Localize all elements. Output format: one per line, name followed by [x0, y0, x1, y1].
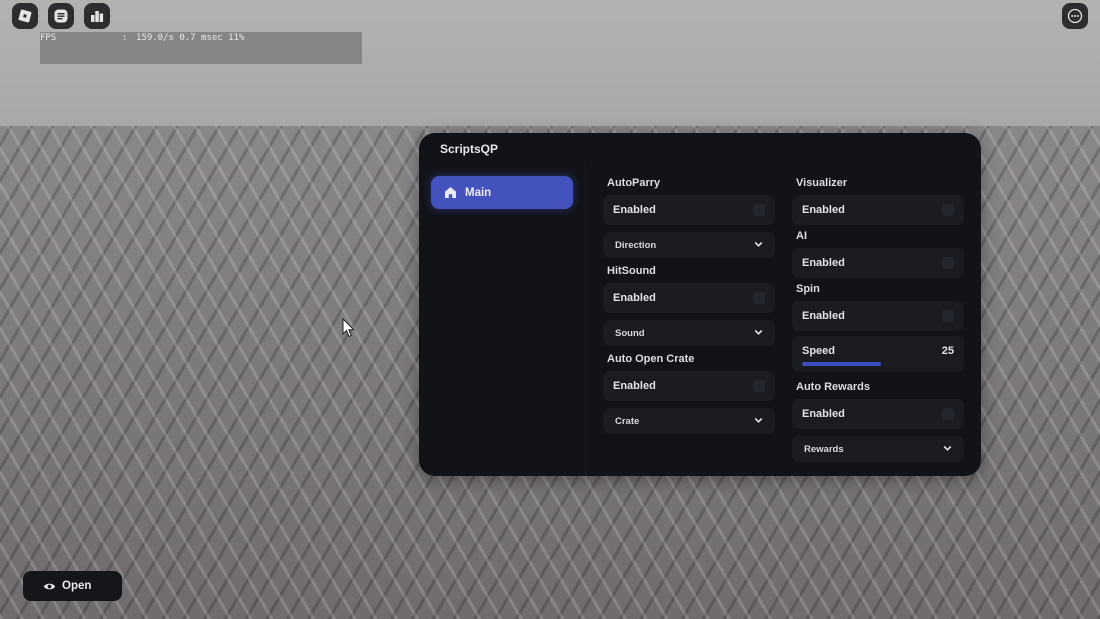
section-autoparry-title: AutoParry [607, 177, 661, 189]
hitsound-sound-dropdown[interactable]: Sound [603, 320, 775, 346]
checkbox[interactable] [942, 204, 954, 216]
visualizer-enabled-toggle[interactable]: Enabled [792, 195, 964, 225]
tab-main-label: Main [465, 186, 492, 199]
slider-label: Speed [802, 345, 836, 357]
toggle-label: Enabled [802, 257, 845, 269]
dropdown-label: Direction [615, 240, 657, 251]
checkbox[interactable] [753, 204, 765, 216]
fps-values: 159.0/s 0.7 msec 11% [136, 33, 245, 43]
leaderboard-icon [91, 11, 104, 22]
roblox-logo-icon [18, 9, 32, 23]
checkbox[interactable] [942, 408, 954, 420]
open-button[interactable]: Open [23, 571, 122, 601]
chevron-down-icon [754, 417, 763, 423]
toggle-label: Enabled [802, 408, 845, 420]
auto-rewards-dropdown[interactable]: Rewards [792, 436, 964, 462]
auto-rewards-enabled-toggle[interactable]: Enabled [792, 399, 964, 429]
roblox-menu-button[interactable] [12, 3, 38, 29]
tab-main[interactable]: Main [431, 176, 573, 209]
ai-enabled-toggle[interactable]: Enabled [792, 248, 964, 278]
home-icon [445, 187, 456, 198]
chat-button[interactable] [48, 3, 74, 29]
section-visualizer-title: Visualizer [796, 177, 848, 189]
toggle-label: Enabled [802, 310, 845, 322]
checkbox[interactable] [942, 310, 954, 322]
leaderboard-button[interactable] [84, 3, 110, 29]
chat-icon [54, 9, 68, 23]
mouse-cursor-icon [342, 318, 356, 338]
slider-fill [802, 362, 882, 366]
dropdown-label: Sound [615, 328, 645, 339]
section-spin-title: Spin [796, 283, 820, 295]
sidebar-divider [585, 165, 586, 476]
fps-separator: : [122, 33, 128, 43]
dropdown-label: Crate [615, 416, 640, 427]
more-options-icon [1067, 8, 1083, 24]
auto-open-crate-enabled-toggle[interactable]: Enabled [603, 371, 775, 401]
fps-label: FPS [40, 33, 57, 43]
chevron-down-icon [943, 445, 952, 451]
section-ai-title: AI [796, 230, 807, 242]
spin-speed-slider[interactable]: Speed 25 [792, 336, 964, 372]
checkbox[interactable] [753, 292, 765, 304]
script-hub-window[interactable]: ScriptsQP Main AutoParry Enabled Directi… [419, 133, 981, 476]
toggle-label: Enabled [613, 380, 656, 392]
auto-open-crate-dropdown[interactable]: Crate [603, 408, 775, 434]
section-auto-rewards-title: Auto Rewards [796, 381, 870, 393]
slider-value: 25 [941, 345, 954, 357]
open-button-label: Open [62, 580, 92, 592]
checkbox[interactable] [942, 257, 954, 269]
fps-stats-overlay: FPS : 159.0/s 0.7 msec 11% [40, 32, 362, 64]
more-options-button[interactable] [1062, 3, 1088, 29]
eye-icon [43, 583, 56, 589]
toggle-label: Enabled [802, 204, 845, 216]
chevron-down-icon [754, 329, 763, 335]
toggle-label: Enabled [613, 292, 656, 304]
checkbox[interactable] [753, 380, 765, 392]
toggle-label: Enabled [613, 204, 656, 216]
slider-track[interactable] [802, 362, 954, 366]
autoparry-enabled-toggle[interactable]: Enabled [603, 195, 775, 225]
autoparry-direction-dropdown[interactable]: Direction [603, 232, 775, 258]
hitsound-enabled-toggle[interactable]: Enabled [603, 283, 775, 313]
window-title: ScriptsQP [440, 142, 499, 156]
spin-enabled-toggle[interactable]: Enabled [792, 301, 964, 331]
chevron-down-icon [754, 241, 763, 247]
section-hitsound-title: HitSound [607, 265, 656, 277]
section-auto-open-crate-title: Auto Open Crate [607, 353, 695, 365]
dropdown-label: Rewards [804, 444, 844, 455]
